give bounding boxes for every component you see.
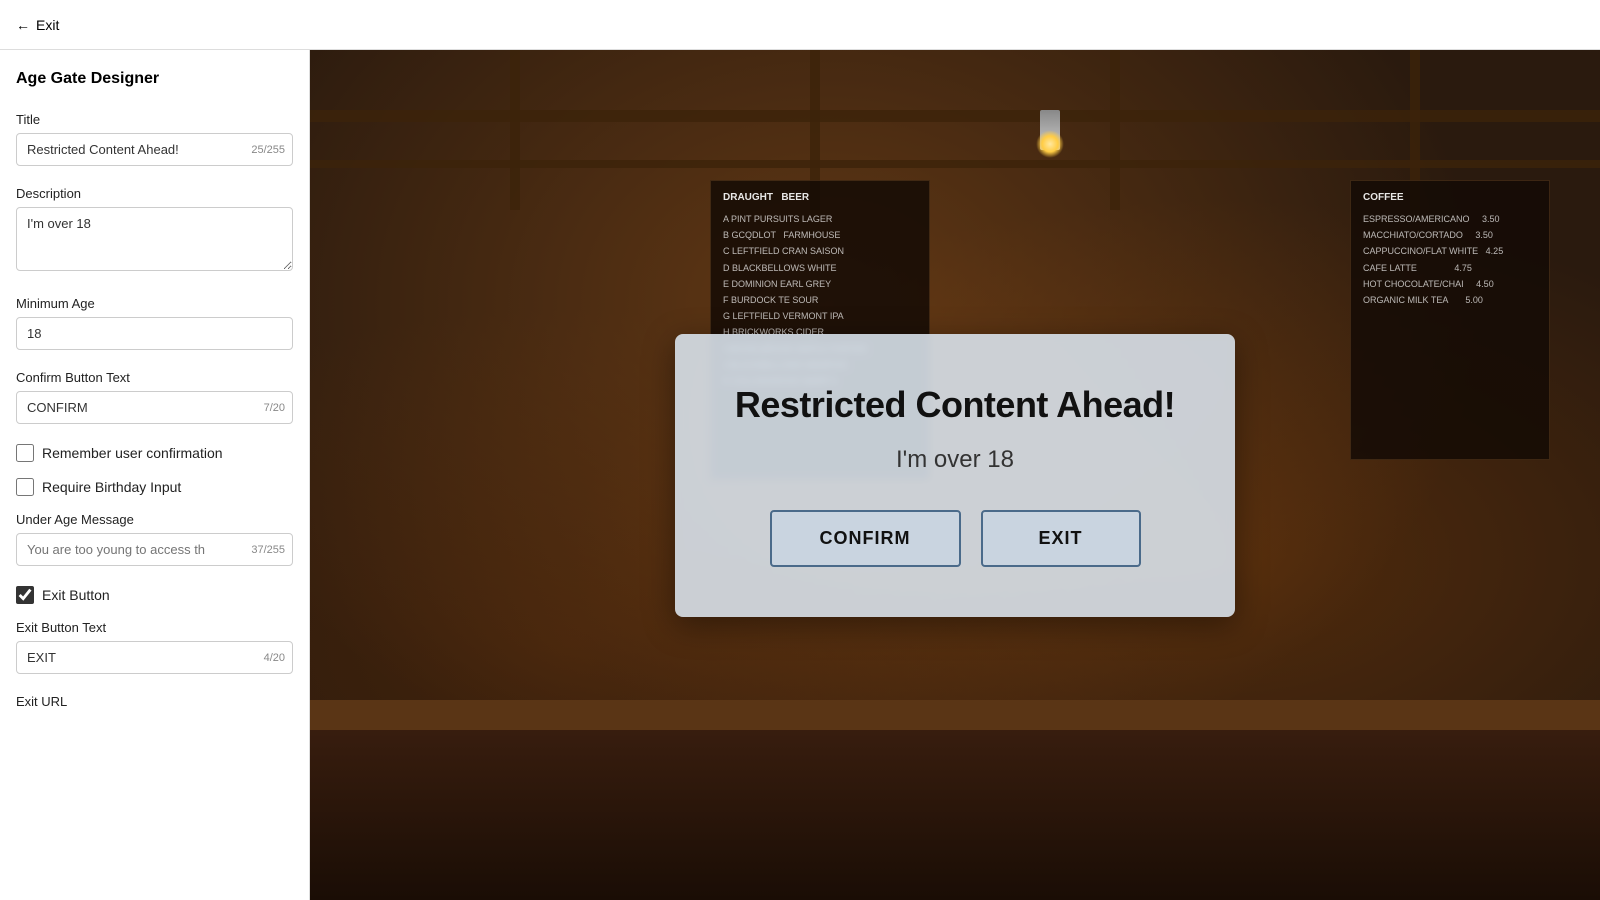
preview-background: DRAUGHT BEER A PINT PURSUITS LAGER B GCQ… — [310, 50, 1600, 900]
confirm-btn-text-field-group: Confirm Button Text 7/20 — [16, 370, 293, 424]
under-age-input-wrapper: 37/255 — [16, 533, 293, 566]
exit-btn-text-input[interactable] — [16, 641, 293, 674]
exit-url-field-group: Exit URL — [16, 694, 293, 709]
modal-description: I'm over 18 — [735, 446, 1175, 474]
title-input-wrapper: 25/255 — [16, 133, 293, 166]
description-input[interactable] — [16, 207, 293, 271]
remember-checkbox[interactable] — [16, 444, 34, 462]
exit-button-checkbox[interactable] — [16, 586, 34, 604]
confirm-btn-char-count: 7/20 — [264, 402, 285, 414]
birthday-checkbox-group: Require Birthday Input — [16, 478, 293, 496]
exit-btn-char-count: 4/20 — [264, 652, 285, 664]
exit-btn-text-input-wrapper: 4/20 — [16, 641, 293, 674]
title-field-group: Title 25/255 — [16, 112, 293, 166]
min-age-input-wrapper — [16, 317, 293, 350]
remember-checkbox-group: Remember user confirmation — [16, 444, 293, 462]
min-age-field-group: Minimum Age — [16, 296, 293, 350]
exit-btn-text-label: Exit Button Text — [16, 620, 293, 635]
confirm-btn-text-input[interactable] — [16, 391, 293, 424]
remember-label[interactable]: Remember user confirmation — [42, 445, 223, 461]
title-char-count: 25/255 — [251, 144, 285, 156]
sidebar: Age Gate Designer Title 25/255 Descripti… — [0, 50, 310, 900]
confirm-btn-text-input-wrapper: 7/20 — [16, 391, 293, 424]
exit-url-label: Exit URL — [16, 694, 293, 709]
under-age-field-group: Under Age Message 37/255 — [16, 512, 293, 566]
exit-label: Exit — [36, 17, 59, 33]
exit-icon: ← — [16, 17, 30, 33]
min-age-input[interactable] — [16, 317, 293, 350]
exit-button-checkbox-group: Exit Button — [16, 586, 293, 604]
description-field-group: Description — [16, 186, 293, 276]
under-age-label: Under Age Message — [16, 512, 293, 527]
birthday-label[interactable]: Require Birthday Input — [42, 479, 181, 495]
modal-buttons: CONFIRM EXIT — [735, 510, 1175, 567]
modal-overlay: Restricted Content Ahead! I'm over 18 CO… — [310, 50, 1600, 900]
top-bar: ← Exit — [0, 0, 1600, 50]
exit-button-label[interactable]: Exit Button — [42, 587, 110, 603]
birthday-checkbox[interactable] — [16, 478, 34, 496]
modal-box: Restricted Content Ahead! I'm over 18 CO… — [675, 334, 1235, 617]
description-label: Description — [16, 186, 293, 201]
main-layout: Age Gate Designer Title 25/255 Descripti… — [0, 50, 1600, 900]
sidebar-title: Age Gate Designer — [16, 70, 293, 88]
exit-btn-text-field-group: Exit Button Text 4/20 — [16, 620, 293, 674]
under-age-char-count: 37/255 — [251, 544, 285, 556]
confirm-btn-text-label: Confirm Button Text — [16, 370, 293, 385]
modal-exit-button[interactable]: EXIT — [981, 510, 1141, 567]
modal-confirm-button[interactable]: CONFIRM — [770, 510, 961, 567]
title-label: Title — [16, 112, 293, 127]
modal-title: Restricted Content Ahead! — [735, 384, 1175, 426]
exit-button[interactable]: ← Exit — [16, 17, 59, 33]
min-age-label: Minimum Age — [16, 296, 293, 311]
preview-area: DRAUGHT BEER A PINT PURSUITS LAGER B GCQ… — [310, 50, 1600, 900]
